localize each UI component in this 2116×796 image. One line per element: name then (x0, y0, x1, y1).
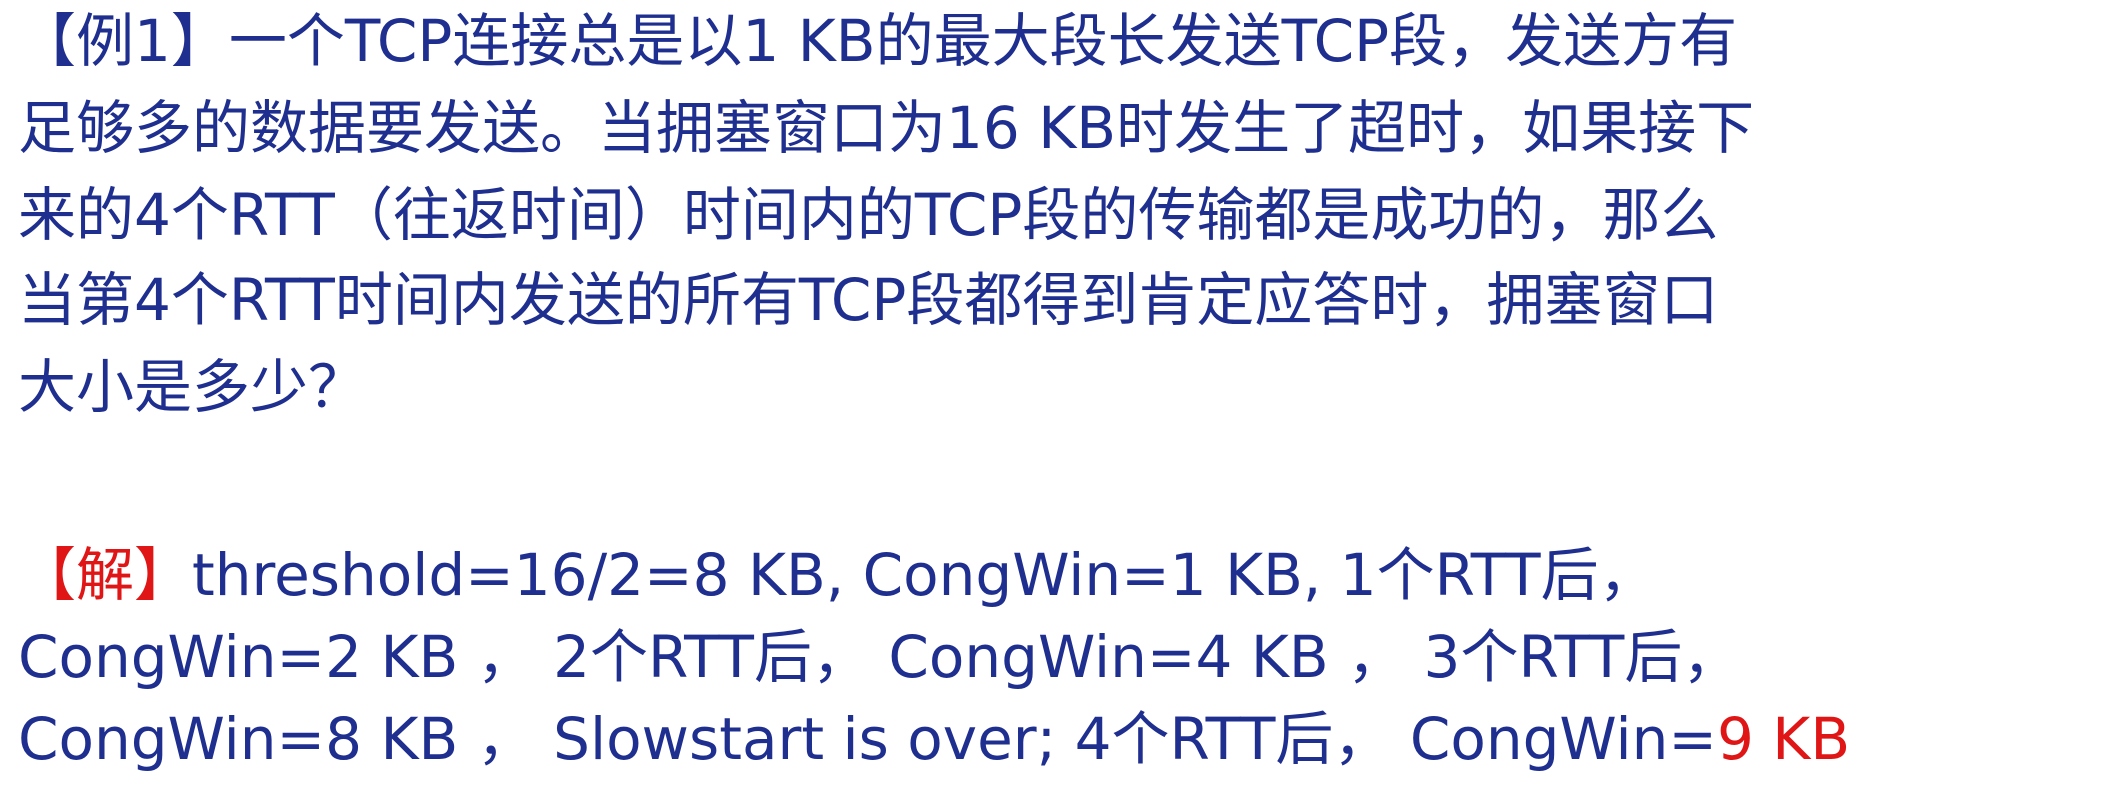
solution-line-1: 【解】threshold=16/2=8 KB, CongWin=1 KB, 1个… (18, 540, 1657, 610)
question-line-3: 来的4个RTT（往返时间）时间内的TCP段的传输都是成功的，那么 (18, 181, 1719, 249)
solution-line-3: CongWin=8 KB ， Slowstart is over; 4个RTT后… (18, 704, 1850, 774)
question-line-2: 足够多的数据要发送。当拥塞窗口为16 KB时发生了超时，如果接下 (18, 94, 1755, 162)
solution-tag: 【解】 (18, 541, 193, 609)
solution-line-2: CongWin=2 KB ， 2个RTT后， CongWin=4 KB ， 3个… (18, 623, 1741, 691)
solution-line-3-text: CongWin=8 KB ， Slowstart is over; 4个RTT后… (18, 705, 1717, 773)
answer-value: 9 KB (1716, 705, 1851, 773)
question-line-4: 当第4个RTT时间内发送的所有TCP段都得到肯定应答时，拥塞窗口 (18, 266, 1719, 334)
slide: 【例1】一个TCP连接总是以1 KB的最大段长发送TCP段，发送方有 足够多的数… (0, 0, 2116, 796)
question-line-1: 【例1】一个TCP连接总是以1 KB的最大段长发送TCP段，发送方有 (18, 7, 1738, 75)
question-line-5: 大小是多少？ (18, 353, 367, 421)
solution-line-1-text: threshold=16/2=8 KB, CongWin=1 KB, 1个RTT… (192, 541, 1657, 609)
